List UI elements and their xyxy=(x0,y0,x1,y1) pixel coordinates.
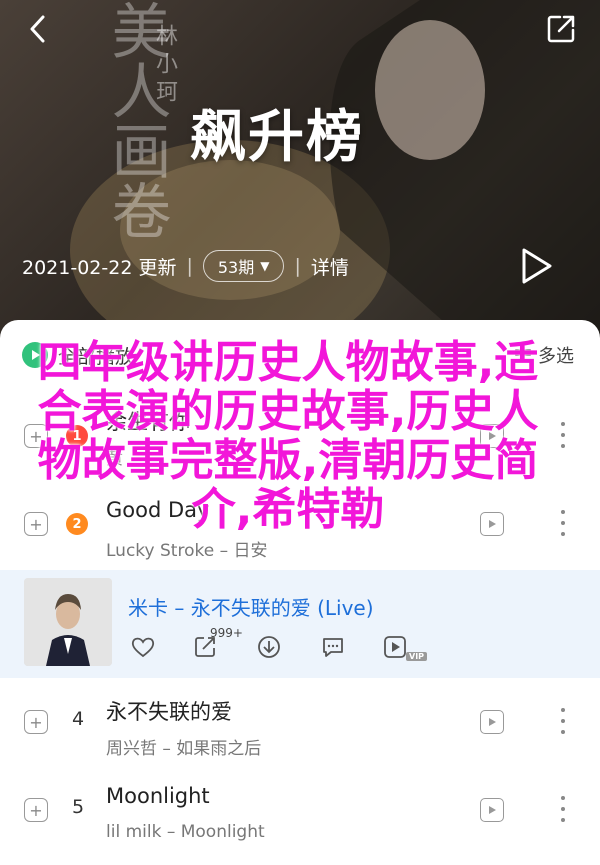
more-icon[interactable] xyxy=(556,422,570,448)
divider: | xyxy=(186,255,193,277)
mv-icon[interactable] xyxy=(480,710,504,734)
share-icon xyxy=(547,15,575,43)
issue-label: 53期 xyxy=(217,258,255,277)
comment-icon xyxy=(323,638,343,657)
song-row[interactable]: + 5 Moonlight lil milk – Moonlight xyxy=(0,766,600,854)
back-button[interactable] xyxy=(22,12,52,46)
featured-song-card[interactable]: 米卡 – 永不失联的爱 (Live) VIP 999+ xyxy=(0,570,600,678)
song-artist: lil milk – Moonlight xyxy=(106,822,265,842)
chevron-down-icon: ▼ xyxy=(260,259,270,273)
share-button[interactable] xyxy=(544,12,578,46)
chart-header: 美人画卷 林小珂 飙升榜 2021-02-22 更新 | 53期 ▼ | 详情 xyxy=(0,0,600,345)
mv-button[interactable] xyxy=(380,632,410,662)
song-title: 永不失联的爱 xyxy=(106,700,232,724)
mv-icon[interactable] xyxy=(480,798,504,822)
comment-count: 999+ xyxy=(210,626,243,640)
download-icon xyxy=(258,636,280,658)
add-icon[interactable]: + xyxy=(24,798,48,822)
song-title: Moonlight xyxy=(106,784,210,808)
chart-title: 飙升榜 xyxy=(190,105,364,170)
rank-number: 4 xyxy=(71,708,85,730)
chevron-left-icon xyxy=(30,15,45,43)
download-button[interactable]: VIP xyxy=(254,632,428,662)
like-button[interactable] xyxy=(128,632,158,662)
song-artist: 周兴哲 – 如果雨之后 xyxy=(106,739,262,759)
header-play-button[interactable] xyxy=(518,246,554,286)
rank-number: 5 xyxy=(71,796,85,818)
overlay-banner-text: 四年级讲历史人物故事,适合表演的历史故事,历史人物故事完整版,清朝历史简介,希特… xyxy=(37,337,539,535)
artist-thumbnail[interactable] xyxy=(24,578,112,666)
heart-icon xyxy=(131,637,155,658)
play-icon xyxy=(522,248,552,284)
issue-selector[interactable]: 53期 ▼ xyxy=(202,250,285,282)
mv-icon xyxy=(384,636,406,658)
meta-row: 2021-02-22 更新 | 53期 ▼ | 详情 xyxy=(22,248,349,284)
detail-link[interactable]: 详情 xyxy=(311,253,349,280)
more-icon[interactable] xyxy=(556,708,570,734)
divider: | xyxy=(294,255,301,277)
comment-button[interactable] xyxy=(318,632,348,662)
cover-artist-name: 林小珂 xyxy=(152,24,177,108)
add-icon[interactable]: + xyxy=(24,710,48,734)
featured-actions: VIP xyxy=(128,632,428,666)
more-icon[interactable] xyxy=(556,510,570,536)
song-row[interactable]: + 4 永不失联的爱 周兴哲 – 如果雨之后 xyxy=(0,678,600,766)
more-icon[interactable] xyxy=(556,796,570,822)
update-date: 2021-02-22 更新 xyxy=(22,256,177,279)
song-artist: Lucky Stroke – 日安 xyxy=(106,541,268,561)
featured-title: 米卡 – 永不失联的爱 (Live) xyxy=(128,596,374,620)
